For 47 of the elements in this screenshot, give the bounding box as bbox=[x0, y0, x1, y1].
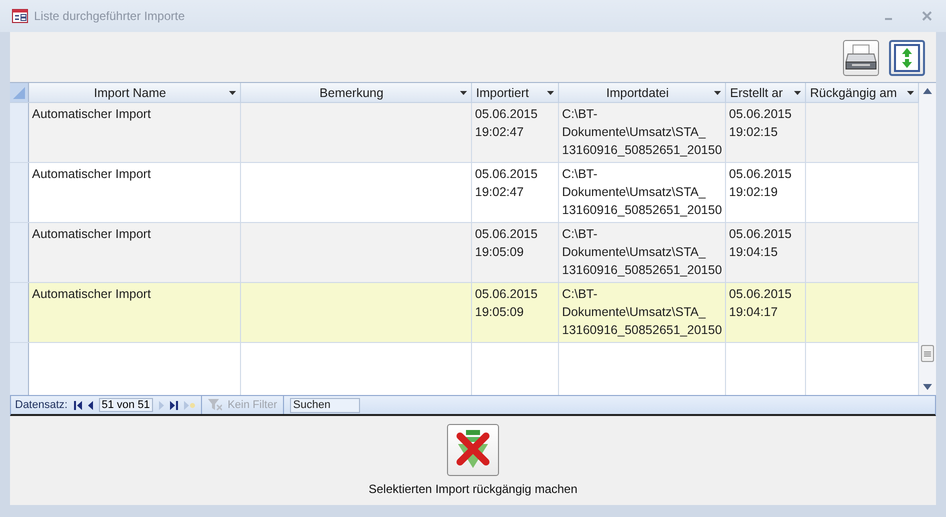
previous-record-icon[interactable] bbox=[88, 400, 93, 410]
table-cell-text: C:\BT- Dokumente\Umsatz\STA_ 13160916_50852651_20150 bbox=[562, 226, 722, 279]
table-row[interactable]: Automatischer Import 05.06.2015 19:05:09 C:\BT- Dokumente\Umsatz\STA_ 13160916_50852651_20150 05.06.2015 19:04:17 bbox=[10, 283, 919, 343]
table-row[interactable]: Automatischer Import 05.06.2015 19:05:09 C:\BT- Dokumente\Umsatz\STA_ 13160916_50852651_20150 05.06.2015 19:04:15 bbox=[10, 223, 919, 283]
table-cell-text: C:\BT- Dokumente\Umsatz\STA_ 13160916_50852651_20150 bbox=[562, 166, 722, 219]
undo-import-button[interactable] bbox=[447, 424, 499, 476]
column-header[interactable]: Importdatei bbox=[559, 83, 726, 102]
last-record-icon[interactable] bbox=[170, 400, 178, 410]
column-header[interactable]: Import Name bbox=[29, 83, 241, 102]
table-cell-text: 05.06.2015 19:05:09 bbox=[475, 286, 538, 321]
table-cell-text: Automatischer Import bbox=[32, 106, 151, 123]
table-row[interactable]: Automatischer Import 05.06.2015 19:02:47 C:\BT- Dokumente\Umsatz\STA_ 13160916_50852651_20150 05.06.2015 19:02:15 bbox=[10, 103, 919, 163]
search-field[interactable]: Suchen bbox=[290, 398, 360, 412]
form-icon bbox=[12, 9, 28, 23]
column-header[interactable]: Erstellt ar bbox=[726, 83, 806, 102]
dropdown-arrow-icon[interactable] bbox=[794, 90, 801, 94]
dropdown-arrow-icon[interactable] bbox=[907, 90, 914, 94]
column-header[interactable]: Importiert bbox=[472, 83, 559, 102]
window-title: Liste durchgeführter Importe bbox=[34, 9, 185, 23]
first-record-icon[interactable] bbox=[74, 400, 82, 410]
dropdown-arrow-icon[interactable] bbox=[460, 90, 467, 94]
table-row[interactable]: Automatischer Import 05.06.2015 19:02:47 C:\BT- Dokumente\Umsatz\STA_ 13160916_50852651_20150 05.06.2015 19:02:19 bbox=[10, 163, 919, 223]
table-cell-text: C:\BT- Dokumente\Umsatz\STA_ 13160916_50852651_20150 bbox=[562, 106, 722, 159]
table-cell-text: 05.06.2015 19:04:15 bbox=[729, 226, 792, 261]
table-cell-text: 05.06.2015 19:05:09 bbox=[475, 226, 538, 261]
table-cell-text: 05.06.2015 19:02:19 bbox=[729, 166, 792, 201]
dropdown-arrow-icon[interactable] bbox=[229, 90, 236, 94]
column-header[interactable]: Bemerkung bbox=[241, 83, 472, 102]
scroll-up-icon[interactable] bbox=[923, 88, 932, 94]
scroll-thumb[interactable] bbox=[921, 345, 934, 362]
table-cell-text: 05.06.2015 19:02:15 bbox=[729, 106, 792, 141]
record-label: Datensatz: bbox=[15, 399, 68, 411]
table-cell-text: Automatischer Import bbox=[32, 226, 151, 243]
undo-import-label: Selektierten Import rückgängig machen bbox=[368, 482, 578, 496]
scroll-down-icon[interactable] bbox=[923, 384, 932, 390]
dropdown-arrow-icon[interactable] bbox=[547, 90, 554, 94]
record-field[interactable]: 51 von 51 bbox=[98, 398, 153, 412]
table-cell-text: 05.06.2015 19:02:47 bbox=[475, 166, 538, 201]
resize-button[interactable] bbox=[889, 40, 925, 76]
table-cell-text: Automatischer Import bbox=[32, 286, 151, 303]
table-cell-text: C:\BT- Dokumente\Umsatz\STA_ 13160916_50852651_20150 bbox=[562, 286, 722, 339]
scrollbar[interactable] bbox=[919, 83, 936, 395]
print-button[interactable] bbox=[843, 40, 879, 76]
table-cell-text: 05.06.2015 19:04:17 bbox=[729, 286, 792, 321]
table-cell-text: Automatischer Import bbox=[32, 166, 151, 183]
table-cell-text: 05.06.2015 19:02:47 bbox=[475, 106, 538, 141]
dropdown-arrow-icon[interactable] bbox=[714, 90, 721, 94]
